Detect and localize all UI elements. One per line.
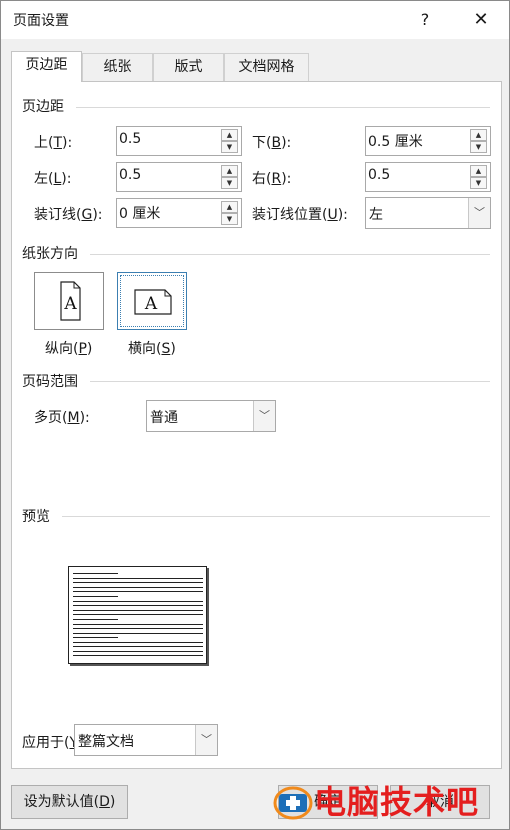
gutter-position-select[interactable]: 左 ﹀ — [365, 197, 491, 229]
right-margin-input[interactable]: 0.5 ▲ ▼ — [365, 162, 491, 192]
left-margin-input[interactable]: 0.5 ▲ ▼ — [116, 162, 242, 192]
apply-to-value: 整篇文档 — [78, 734, 134, 750]
down-arrow-icon[interactable]: ▼ — [470, 177, 487, 189]
multiple-pages-select[interactable]: 普通 ﹀ — [146, 400, 276, 432]
portrait-page-icon: A — [60, 281, 81, 321]
landscape-glyph: A — [144, 294, 158, 314]
pages-group-divider — [90, 381, 490, 382]
chevron-down-icon[interactable]: ﹀ — [253, 401, 275, 431]
dialog-title: 页面设置 — [13, 13, 69, 29]
apply-to-select[interactable]: 整篇文档 ﹀ — [74, 724, 218, 756]
down-arrow-icon[interactable]: ▼ — [221, 213, 238, 225]
down-arrow-icon[interactable]: ▼ — [221, 177, 238, 189]
bottom-margin-input[interactable]: 0.5 厘米 ▲ ▼ — [365, 126, 491, 156]
margins-panel: 页边距 上(T): 0.5 ▲ ▼ 下(B): 0.5 厘米 ▲ ▼ 左(L):… — [11, 81, 502, 769]
up-arrow-icon[interactable]: ▲ — [470, 129, 487, 141]
title-bar: 页面设置 ? ✕ — [1, 1, 509, 39]
up-arrow-icon[interactable]: ▲ — [221, 129, 238, 141]
landscape-label: 横向(S) — [128, 341, 176, 357]
up-arrow-icon[interactable]: ▲ — [470, 165, 487, 177]
orientation-group-title: 纸张方向 — [22, 246, 78, 262]
bottom-margin-value: 0.5 厘米 — [368, 134, 423, 150]
top-margin-input[interactable]: 0.5 ▲ ▼ — [116, 126, 242, 156]
watermark-logo-icon — [273, 786, 313, 820]
tab-layout[interactable]: 版式 — [153, 53, 224, 81]
margins-group-divider — [76, 107, 490, 108]
chevron-down-icon[interactable]: ﹀ — [195, 725, 217, 755]
watermark-text: 电脑技术吧 — [314, 783, 480, 821]
landscape-page-icon: A — [134, 289, 172, 315]
gutter-label: 装订线(G): — [34, 207, 103, 223]
tab-document-grid[interactable]: 文档网格 — [224, 53, 309, 81]
chevron-down-icon[interactable]: ﹀ — [468, 198, 490, 228]
up-arrow-icon[interactable]: ▲ — [221, 201, 238, 213]
down-arrow-icon[interactable]: ▼ — [470, 141, 487, 153]
left-margin-value: 0.5 — [119, 167, 142, 183]
portrait-button[interactable]: A — [34, 272, 104, 330]
top-margin-value: 0.5 — [119, 131, 142, 147]
preview-group-divider — [62, 516, 490, 517]
orientation-group-divider — [90, 254, 490, 255]
gutter-position-value: 左 — [369, 207, 383, 223]
portrait-glyph: A — [63, 294, 77, 314]
pages-group-title: 页码范围 — [22, 374, 78, 390]
down-arrow-icon[interactable]: ▼ — [221, 141, 238, 153]
multiple-pages-label: 多页(M): — [34, 410, 90, 426]
preview-group-title: 预览 — [22, 509, 50, 525]
right-margin-value: 0.5 — [368, 167, 391, 183]
tab-margins[interactable]: 页边距 — [11, 51, 82, 82]
set-default-button[interactable]: 设为默认值(D) — [11, 785, 128, 819]
tab-paper[interactable]: 纸张 — [82, 53, 153, 81]
page-setup-dialog: 页面设置 ? ✕ 页边距 纸张 版式 文档网格 页边距 上(T): 0.5 ▲ … — [0, 0, 510, 830]
top-margin-label: 上(T): — [34, 135, 73, 151]
up-arrow-icon[interactable]: ▲ — [221, 165, 238, 177]
close-button[interactable]: ✕ — [467, 6, 495, 34]
portrait-label: 纵向(P) — [45, 341, 93, 357]
gutter-value: 0 厘米 — [119, 206, 161, 222]
right-margin-label: 右(R): — [252, 171, 292, 187]
help-button[interactable]: ? — [413, 6, 437, 34]
gutter-position-label: 装订线位置(U): — [252, 207, 348, 223]
landscape-button[interactable]: A — [117, 272, 187, 330]
gutter-input[interactable]: 0 厘米 ▲ ▼ — [116, 198, 242, 228]
multiple-pages-value: 普通 — [150, 410, 178, 426]
bottom-margin-label: 下(B): — [252, 135, 292, 151]
margins-group-title: 页边距 — [22, 99, 64, 115]
left-margin-label: 左(L): — [34, 171, 72, 187]
preview-page — [68, 566, 207, 664]
